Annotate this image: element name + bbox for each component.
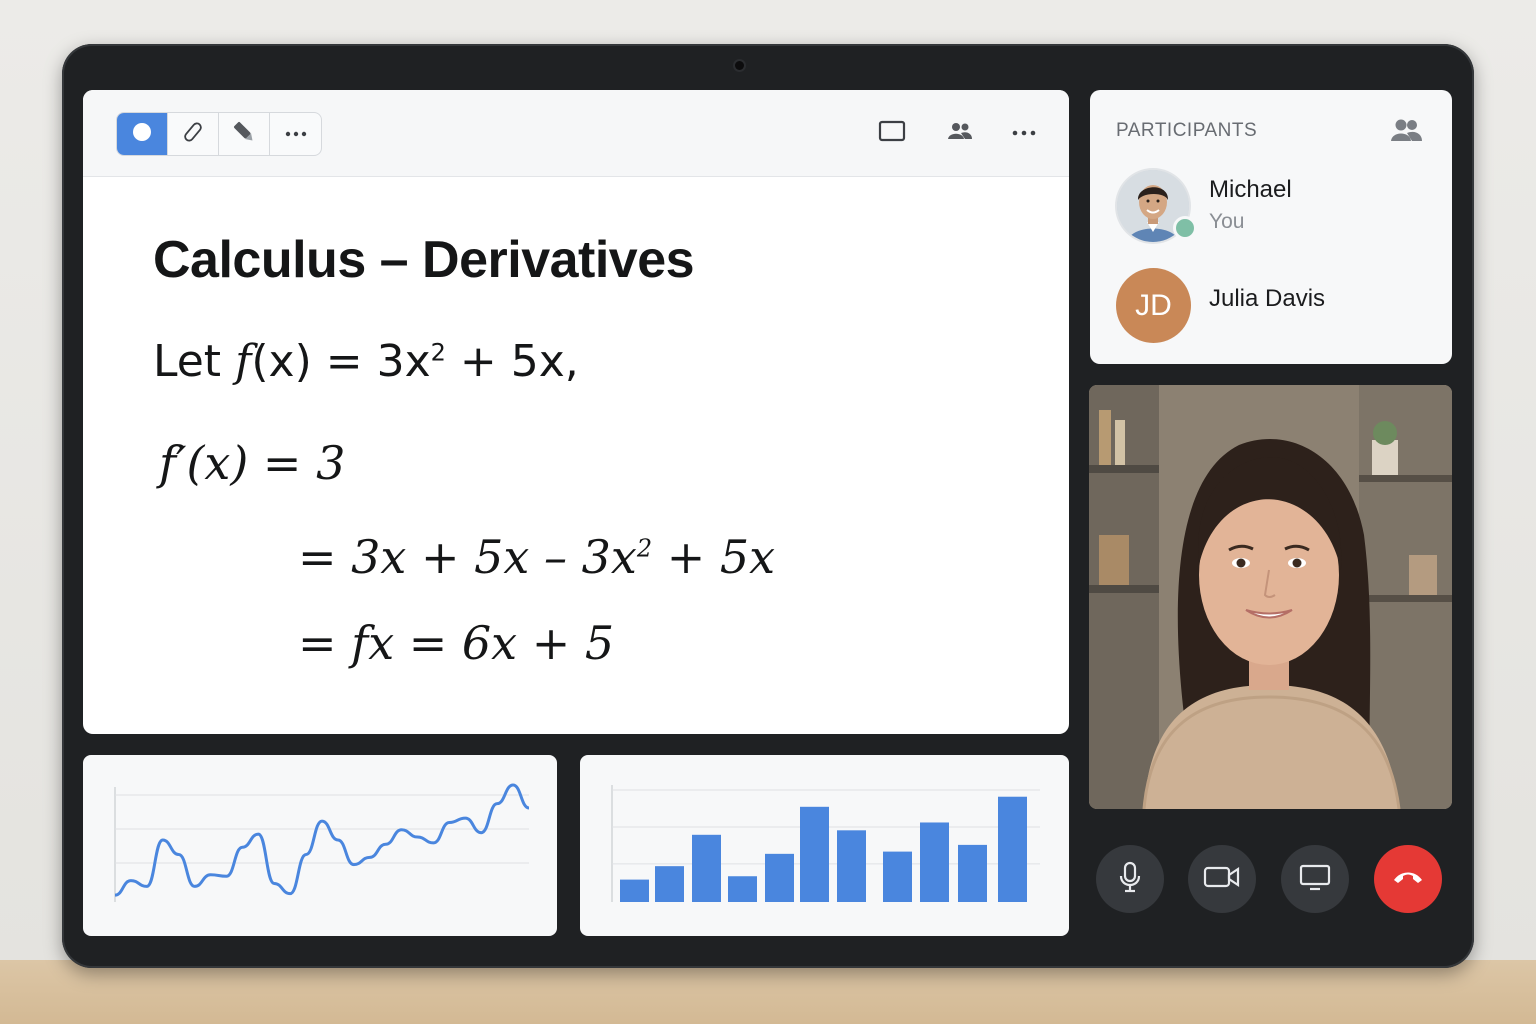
circle-shape-icon — [131, 121, 153, 148]
desk-surface — [0, 960, 1536, 1024]
bar — [655, 866, 684, 902]
derivative-tail: + 5x — [652, 530, 776, 584]
microphone-icon — [1116, 861, 1144, 898]
microphone-button[interactable] — [1096, 845, 1164, 913]
bar — [765, 853, 794, 902]
derivative-expression: = 3x + 5x – 3x — [298, 530, 637, 584]
online-status-dot — [1173, 216, 1197, 240]
whiteboard-toolbar — [83, 90, 1069, 177]
bar — [883, 851, 912, 902]
exponent: 2 — [430, 338, 446, 367]
derivative-line-2: = 3x + 5x – 3x2 + 5x — [298, 530, 775, 584]
bar — [728, 876, 757, 902]
bar — [920, 822, 949, 902]
more-horizontal-icon — [1011, 124, 1037, 142]
line-chart-card[interactable] — [83, 755, 557, 936]
screen-share-icon — [1298, 863, 1332, 896]
function-symbol: f — [235, 336, 252, 387]
bar — [692, 834, 721, 902]
participant-video[interactable] — [1089, 385, 1452, 809]
whiteboard-title: Calculus – Derivatives — [153, 231, 695, 289]
derivative-line-1: f′(x) = 3 — [159, 436, 346, 490]
bar — [958, 844, 987, 902]
bar — [800, 806, 829, 902]
more-horizontal-icon — [284, 125, 308, 143]
participants-title: PARTICIPANTS — [1116, 120, 1258, 141]
eraser-icon — [181, 120, 205, 149]
bar-chart-card[interactable] — [580, 755, 1069, 936]
end-call-icon — [1391, 867, 1425, 892]
line-series — [114, 783, 530, 897]
people-icon — [1388, 119, 1424, 148]
function-tail: + 5x, — [445, 336, 579, 387]
bar-chart — [611, 785, 1040, 902]
whiteboard[interactable]: Calculus – Derivatives Let f(x) = 3x2 + … — [83, 90, 1069, 734]
pencil-icon — [231, 119, 257, 150]
derivative-line-3: = fx = 6x + 5 — [298, 616, 615, 670]
bar — [998, 796, 1027, 902]
exponent: 2 — [636, 534, 653, 563]
participants-button[interactable] — [1388, 116, 1424, 149]
eraser-tool-button[interactable] — [168, 113, 219, 155]
line-chart — [114, 783, 530, 902]
camera-button[interactable] — [1188, 845, 1256, 913]
line-prefix: Let — [153, 336, 236, 387]
participant-name: Michael — [1209, 176, 1292, 203]
participant-name: Julia Davis — [1209, 285, 1326, 312]
bar — [837, 830, 866, 902]
screen-share-button[interactable] — [1281, 845, 1349, 913]
participants-panel: PARTICIPANTS Michael You JD Julia Davis — [1090, 90, 1452, 364]
pencil-tool-button[interactable] — [219, 113, 270, 155]
function-body: (x) = 3x — [251, 336, 431, 387]
end-call-button[interactable] — [1374, 845, 1442, 913]
board-more-button[interactable] — [1007, 118, 1041, 148]
circle-tool-button[interactable] — [117, 113, 168, 155]
avatar-initials: JD — [1116, 268, 1191, 343]
rectangle-view-button[interactable] — [875, 118, 909, 148]
people-icon — [946, 120, 974, 147]
video-frame-image — [1089, 385, 1452, 809]
rectangle-view-icon — [878, 120, 906, 147]
function-definition: Let f(x) = 3x2 + 5x, — [153, 336, 579, 387]
bar — [620, 879, 649, 902]
drawing-tool-group — [116, 112, 322, 156]
people-button[interactable] — [943, 118, 977, 148]
more-tools-button[interactable] — [270, 113, 321, 155]
video-camera-icon — [1203, 865, 1241, 894]
participant-subtitle: You — [1209, 210, 1245, 233]
front-camera — [735, 61, 744, 70]
